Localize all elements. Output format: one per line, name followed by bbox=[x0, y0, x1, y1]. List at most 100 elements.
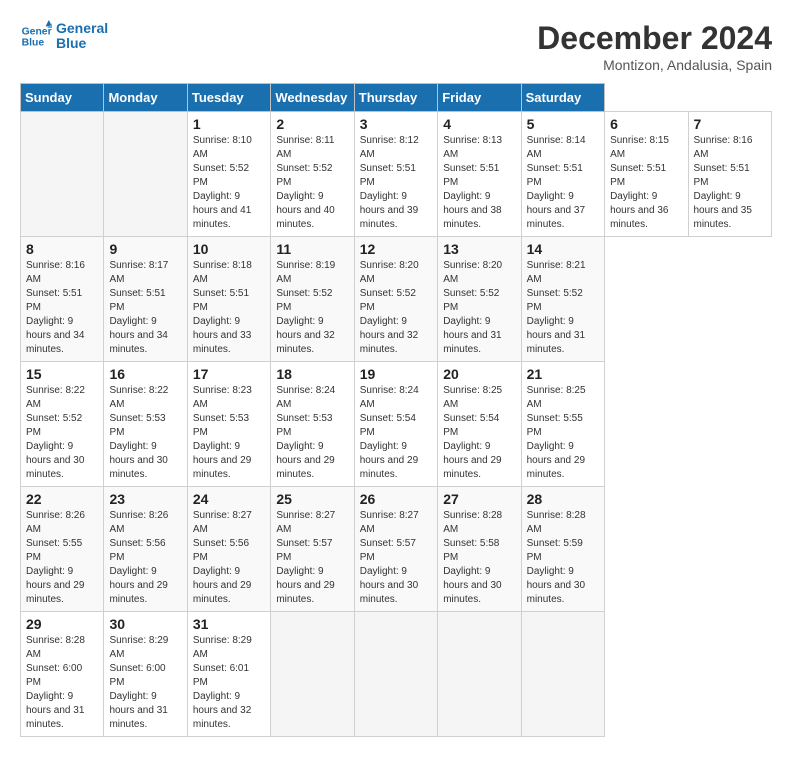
day-cell-30: 30 Sunrise: 8:29 AM Sunset: 6:00 PM Dayl… bbox=[104, 612, 187, 737]
weekday-header-tuesday: Tuesday bbox=[187, 84, 270, 112]
weekday-header-sunday: Sunday bbox=[21, 84, 104, 112]
day-cell-8: 8 Sunrise: 8:16 AM Sunset: 5:51 PM Dayli… bbox=[21, 237, 104, 362]
week-row-3: 15 Sunrise: 8:22 AM Sunset: 5:52 PM Dayl… bbox=[21, 362, 772, 487]
day-number: 13 bbox=[443, 241, 515, 257]
day-number: 3 bbox=[360, 116, 432, 132]
day-info: Sunrise: 8:12 AM Sunset: 5:51 PM Dayligh… bbox=[360, 134, 432, 232]
empty-cell bbox=[438, 612, 521, 737]
day-info: Sunrise: 8:14 AM Sunset: 5:51 PM Dayligh… bbox=[527, 134, 599, 232]
calendar-table: SundayMondayTuesdayWednesdayThursdayFrid… bbox=[20, 83, 772, 737]
logo: General Blue General Blue bbox=[20, 20, 108, 52]
title-block: December 2024 Montizon, Andalusia, Spain bbox=[537, 20, 772, 73]
day-cell-29: 29 Sunrise: 8:28 AM Sunset: 6:00 PM Dayl… bbox=[21, 612, 104, 737]
day-info: Sunrise: 8:27 AM Sunset: 5:56 PM Dayligh… bbox=[193, 509, 265, 607]
day-number: 5 bbox=[527, 116, 599, 132]
day-cell-31: 31 Sunrise: 8:29 AM Sunset: 6:01 PM Dayl… bbox=[187, 612, 270, 737]
day-number: 22 bbox=[26, 491, 98, 507]
empty-cell bbox=[521, 612, 604, 737]
day-info: Sunrise: 8:16 AM Sunset: 5:51 PM Dayligh… bbox=[26, 259, 98, 357]
day-cell-17: 17 Sunrise: 8:23 AM Sunset: 5:53 PM Dayl… bbox=[187, 362, 270, 487]
day-number: 30 bbox=[109, 616, 181, 632]
weekday-header-thursday: Thursday bbox=[354, 84, 437, 112]
day-info: Sunrise: 8:25 AM Sunset: 5:55 PM Dayligh… bbox=[527, 384, 599, 482]
day-info: Sunrise: 8:16 AM Sunset: 5:51 PM Dayligh… bbox=[694, 134, 767, 232]
day-info: Sunrise: 8:22 AM Sunset: 5:52 PM Dayligh… bbox=[26, 384, 98, 482]
day-info: Sunrise: 8:26 AM Sunset: 5:56 PM Dayligh… bbox=[109, 509, 181, 607]
day-cell-20: 20 Sunrise: 8:25 AM Sunset: 5:54 PM Dayl… bbox=[438, 362, 521, 487]
day-info: Sunrise: 8:22 AM Sunset: 5:53 PM Dayligh… bbox=[109, 384, 181, 482]
day-cell-21: 21 Sunrise: 8:25 AM Sunset: 5:55 PM Dayl… bbox=[521, 362, 604, 487]
day-info: Sunrise: 8:25 AM Sunset: 5:54 PM Dayligh… bbox=[443, 384, 515, 482]
day-info: Sunrise: 8:15 AM Sunset: 5:51 PM Dayligh… bbox=[610, 134, 682, 232]
day-number: 7 bbox=[694, 116, 767, 132]
day-number: 10 bbox=[193, 241, 265, 257]
week-row-4: 22 Sunrise: 8:26 AM Sunset: 5:55 PM Dayl… bbox=[21, 487, 772, 612]
day-cell-19: 19 Sunrise: 8:24 AM Sunset: 5:54 PM Dayl… bbox=[354, 362, 437, 487]
day-cell-10: 10 Sunrise: 8:18 AM Sunset: 5:51 PM Dayl… bbox=[187, 237, 270, 362]
day-info: Sunrise: 8:11 AM Sunset: 5:52 PM Dayligh… bbox=[276, 134, 348, 232]
day-cell-9: 9 Sunrise: 8:17 AM Sunset: 5:51 PM Dayli… bbox=[104, 237, 187, 362]
day-cell-23: 23 Sunrise: 8:26 AM Sunset: 5:56 PM Dayl… bbox=[104, 487, 187, 612]
day-cell-6: 6 Sunrise: 8:15 AM Sunset: 5:51 PM Dayli… bbox=[605, 112, 688, 237]
day-number: 17 bbox=[193, 366, 265, 382]
day-cell-4: 4 Sunrise: 8:13 AM Sunset: 5:51 PM Dayli… bbox=[438, 112, 521, 237]
weekday-header-row: SundayMondayTuesdayWednesdayThursdayFrid… bbox=[21, 84, 772, 112]
day-number: 31 bbox=[193, 616, 265, 632]
day-cell-14: 14 Sunrise: 8:21 AM Sunset: 5:52 PM Dayl… bbox=[521, 237, 604, 362]
day-info: Sunrise: 8:20 AM Sunset: 5:52 PM Dayligh… bbox=[360, 259, 432, 357]
day-cell-18: 18 Sunrise: 8:24 AM Sunset: 5:53 PM Dayl… bbox=[271, 362, 354, 487]
day-number: 18 bbox=[276, 366, 348, 382]
day-cell-22: 22 Sunrise: 8:26 AM Sunset: 5:55 PM Dayl… bbox=[21, 487, 104, 612]
day-cell-28: 28 Sunrise: 8:28 AM Sunset: 5:59 PM Dayl… bbox=[521, 487, 604, 612]
day-cell-3: 3 Sunrise: 8:12 AM Sunset: 5:51 PM Dayli… bbox=[354, 112, 437, 237]
empty-cell bbox=[271, 612, 354, 737]
day-number: 24 bbox=[193, 491, 265, 507]
day-info: Sunrise: 8:19 AM Sunset: 5:52 PM Dayligh… bbox=[276, 259, 348, 357]
day-cell-13: 13 Sunrise: 8:20 AM Sunset: 5:52 PM Dayl… bbox=[438, 237, 521, 362]
weekday-header-monday: Monday bbox=[104, 84, 187, 112]
day-number: 4 bbox=[443, 116, 515, 132]
weekday-header-wednesday: Wednesday bbox=[271, 84, 354, 112]
day-info: Sunrise: 8:10 AM Sunset: 5:52 PM Dayligh… bbox=[193, 134, 265, 232]
day-info: Sunrise: 8:20 AM Sunset: 5:52 PM Dayligh… bbox=[443, 259, 515, 357]
day-info: Sunrise: 8:13 AM Sunset: 5:51 PM Dayligh… bbox=[443, 134, 515, 232]
day-info: Sunrise: 8:23 AM Sunset: 5:53 PM Dayligh… bbox=[193, 384, 265, 482]
day-info: Sunrise: 8:17 AM Sunset: 5:51 PM Dayligh… bbox=[109, 259, 181, 357]
day-number: 28 bbox=[527, 491, 599, 507]
svg-text:Blue: Blue bbox=[22, 38, 45, 49]
day-info: Sunrise: 8:26 AM Sunset: 5:55 PM Dayligh… bbox=[26, 509, 98, 607]
page-header: General Blue General Blue December 2024 … bbox=[20, 20, 772, 73]
day-number: 19 bbox=[360, 366, 432, 382]
day-number: 20 bbox=[443, 366, 515, 382]
day-cell-26: 26 Sunrise: 8:27 AM Sunset: 5:57 PM Dayl… bbox=[354, 487, 437, 612]
day-number: 23 bbox=[109, 491, 181, 507]
svg-text:General: General bbox=[22, 26, 52, 37]
day-number: 25 bbox=[276, 491, 348, 507]
day-cell-24: 24 Sunrise: 8:27 AM Sunset: 5:56 PM Dayl… bbox=[187, 487, 270, 612]
day-number: 26 bbox=[360, 491, 432, 507]
day-number: 6 bbox=[610, 116, 682, 132]
day-cell-12: 12 Sunrise: 8:20 AM Sunset: 5:52 PM Dayl… bbox=[354, 237, 437, 362]
day-info: Sunrise: 8:27 AM Sunset: 5:57 PM Dayligh… bbox=[360, 509, 432, 607]
day-number: 8 bbox=[26, 241, 98, 257]
day-info: Sunrise: 8:24 AM Sunset: 5:53 PM Dayligh… bbox=[276, 384, 348, 482]
day-info: Sunrise: 8:28 AM Sunset: 6:00 PM Dayligh… bbox=[26, 634, 98, 732]
day-cell-2: 2 Sunrise: 8:11 AM Sunset: 5:52 PM Dayli… bbox=[271, 112, 354, 237]
empty-cell bbox=[354, 612, 437, 737]
logo-icon: General Blue bbox=[20, 20, 52, 52]
week-row-2: 8 Sunrise: 8:16 AM Sunset: 5:51 PM Dayli… bbox=[21, 237, 772, 362]
day-cell-16: 16 Sunrise: 8:22 AM Sunset: 5:53 PM Dayl… bbox=[104, 362, 187, 487]
day-info: Sunrise: 8:27 AM Sunset: 5:57 PM Dayligh… bbox=[276, 509, 348, 607]
day-cell-1: 1 Sunrise: 8:10 AM Sunset: 5:52 PM Dayli… bbox=[187, 112, 270, 237]
day-number: 11 bbox=[276, 241, 348, 257]
day-info: Sunrise: 8:21 AM Sunset: 5:52 PM Dayligh… bbox=[527, 259, 599, 357]
day-cell-7: 7 Sunrise: 8:16 AM Sunset: 5:51 PM Dayli… bbox=[688, 112, 772, 237]
day-info: Sunrise: 8:29 AM Sunset: 6:00 PM Dayligh… bbox=[109, 634, 181, 732]
day-cell-27: 27 Sunrise: 8:28 AM Sunset: 5:58 PM Dayl… bbox=[438, 487, 521, 612]
day-cell-25: 25 Sunrise: 8:27 AM Sunset: 5:57 PM Dayl… bbox=[271, 487, 354, 612]
day-number: 15 bbox=[26, 366, 98, 382]
day-number: 29 bbox=[26, 616, 98, 632]
weekday-header-saturday: Saturday bbox=[521, 84, 604, 112]
month-title: December 2024 bbox=[537, 20, 772, 57]
day-info: Sunrise: 8:18 AM Sunset: 5:51 PM Dayligh… bbox=[193, 259, 265, 357]
